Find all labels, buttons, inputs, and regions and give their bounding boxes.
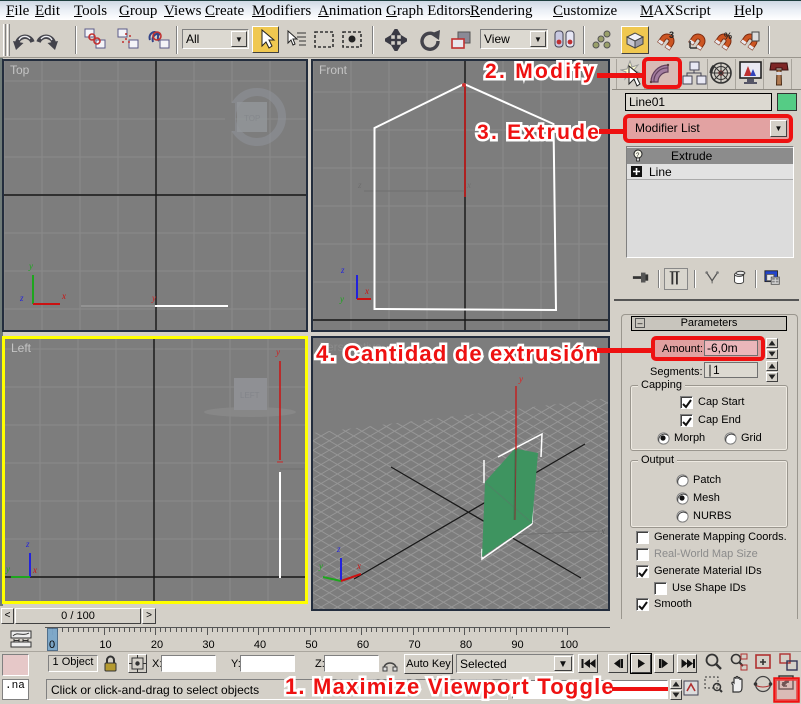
svg-text:x: x	[32, 565, 37, 575]
svg-text:z: z	[336, 544, 341, 554]
svg-text:x: x	[600, 526, 605, 536]
svg-text:y: y	[151, 293, 156, 303]
svg-text:y: y	[5, 564, 10, 574]
svg-text:z: z	[25, 539, 30, 549]
svg-text:x: x	[356, 561, 361, 571]
svg-text:y: y	[28, 261, 33, 271]
svg-text:y: y	[275, 347, 280, 357]
svg-text:z: z	[357, 180, 362, 190]
svg-text:TOP: TOP	[244, 114, 260, 123]
svg-text:x: x	[466, 180, 471, 190]
svg-text:Left: Left	[11, 341, 32, 355]
svg-text:Front: Front	[319, 63, 348, 77]
svg-text:z: z	[340, 265, 345, 275]
svg-text:y: y	[318, 561, 323, 571]
svg-text:LEFT: LEFT	[240, 391, 260, 400]
svg-text:y: y	[339, 294, 344, 304]
svg-text:Top: Top	[10, 63, 30, 77]
svg-text:y: y	[518, 374, 523, 384]
svg-text:Perspective: Perspective	[319, 340, 382, 354]
svg-text:3: 3	[669, 30, 674, 40]
svg-text:%: %	[724, 31, 732, 41]
svg-text:x: x	[364, 286, 369, 296]
svg-text:x: x	[61, 291, 66, 301]
svg-text:z: z	[19, 293, 24, 303]
